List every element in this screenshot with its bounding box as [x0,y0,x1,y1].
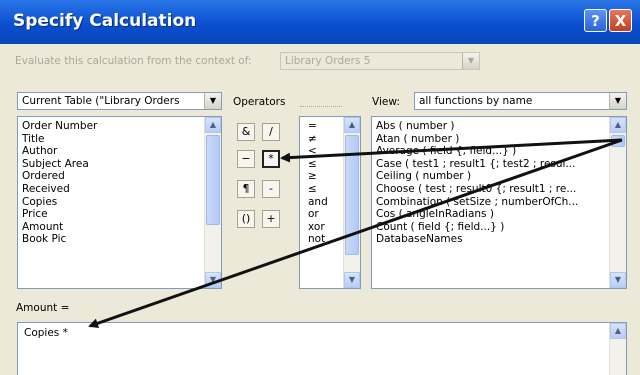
annotation-arrows [88,138,623,329]
arrow-to-multiply [280,138,623,163]
arrow-to-formula [88,138,623,329]
specify-calculation-dialog: Specify Calculation ? X Evaluate this ca… [0,0,640,375]
